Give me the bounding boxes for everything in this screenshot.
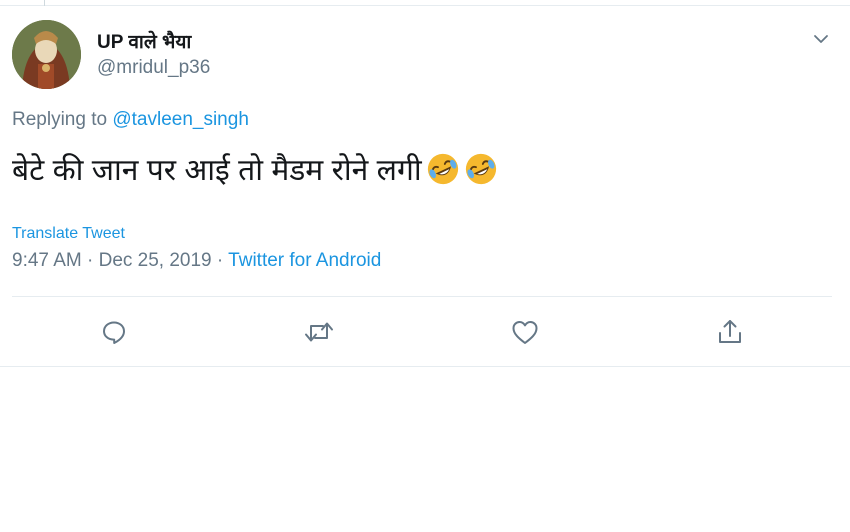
bottom-divider — [0, 366, 850, 367]
tweet-timestamp[interactable]: 9:47 AM · Dec 25, 2019 · — [12, 250, 228, 271]
reply-icon[interactable] — [98, 316, 130, 348]
thread-connector — [44, 0, 45, 6]
tweet-source-link[interactable]: Twitter for Android — [228, 250, 381, 271]
replying-prefix: Replying to — [12, 109, 108, 130]
actions-divider — [12, 296, 832, 297]
chevron-down-icon[interactable] — [811, 29, 831, 49]
top-divider — [0, 5, 850, 6]
translate-tweet-link[interactable]: Translate Tweet — [12, 225, 125, 243]
retweet-icon[interactable] — [303, 316, 335, 348]
rolling-on-floor-laughing-emoji — [427, 153, 458, 185]
share-icon[interactable] — [714, 316, 746, 348]
replying-to-link[interactable]: @tavleen_singh — [112, 109, 249, 130]
avatar[interactable] — [12, 20, 81, 89]
tweet-meta: 9:47 AM · Dec 25, 2019 · Twitter for And… — [12, 250, 381, 272]
user-handle[interactable]: @mridul_p36 — [97, 57, 210, 79]
tweet-text-body: बेटे की जान पर आई तो मैडम रोने लगी — [12, 154, 422, 187]
like-icon[interactable] — [509, 316, 541, 348]
rolling-on-floor-laughing-emoji — [465, 153, 496, 185]
replying-to: Replying to @tavleen_singh — [12, 109, 249, 131]
tweet-text: बेटे की जान पर आई तो मैडम रोने लगी — [12, 148, 498, 189]
display-name[interactable]: UP वाले भैया — [97, 28, 191, 54]
